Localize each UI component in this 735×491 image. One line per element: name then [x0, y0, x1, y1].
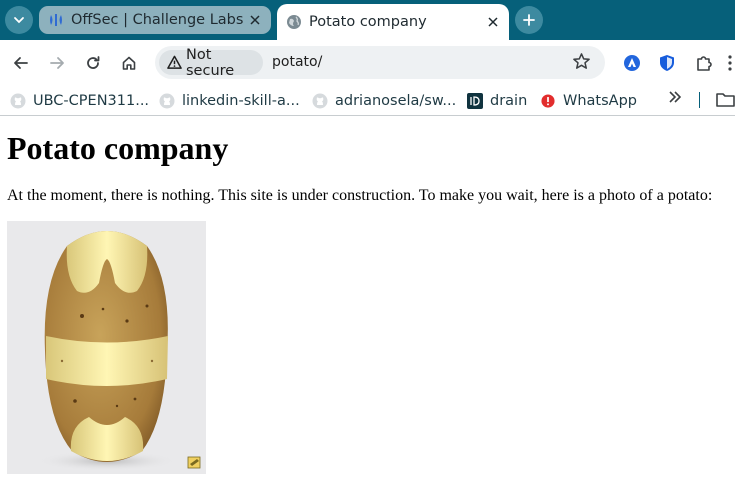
reload-button[interactable] [81, 51, 105, 75]
address-bar[interactable]: Not secure potato/ [155, 46, 605, 79]
shield-icon [660, 55, 674, 71]
tab-potato-company[interactable]: Potato company [277, 4, 509, 40]
tab-strip: OffSec | Challenge Labs Potato company [0, 0, 735, 40]
globe-icon [286, 14, 302, 30]
chevron-down-icon [14, 17, 24, 24]
bookmarks-overflow-button[interactable] [669, 89, 682, 108]
extensions-button[interactable] [693, 52, 715, 74]
more-vertical-icon [727, 55, 732, 71]
bookmark-ubc-cpen311[interactable]: UBC-CPEN311... [10, 90, 149, 112]
menu-button[interactable] [724, 52, 735, 74]
tab-title: Potato company [309, 14, 427, 30]
folder-icon[interactable] [716, 92, 735, 108]
arrow-right-icon [50, 57, 64, 69]
bookmark-label: adrianosela/sw... [335, 93, 457, 109]
url-text[interactable]: potato/ [272, 54, 322, 70]
bookmarks-divider [699, 92, 700, 108]
security-label: Not secure [186, 46, 235, 79]
tab-search-button[interactable] [5, 6, 33, 34]
tab-offsec[interactable]: OffSec | Challenge Labs [39, 6, 271, 34]
arrow-left-icon [14, 57, 28, 69]
security-chip[interactable]: Not secure [159, 47, 263, 79]
forward-button[interactable] [45, 51, 69, 75]
puzzle-icon [697, 56, 712, 71]
close-icon[interactable] [485, 14, 501, 30]
close-icon[interactable] [247, 12, 263, 28]
home-icon [122, 56, 136, 70]
bookmark-label: UBC-CPEN311... [33, 93, 150, 109]
bookmark-linkedin-skill[interactable]: linkedin-skill-a... [159, 90, 300, 112]
warning-icon [167, 55, 182, 69]
extension-shield-button[interactable] [656, 52, 678, 74]
chevron-double-right-icon [669, 91, 682, 103]
bookmark-label: WhatsApp [563, 93, 637, 109]
back-button[interactable] [9, 51, 33, 75]
bookmark-whatsapp[interactable]: WhatsApp [540, 90, 637, 112]
bookmark-drain[interactable]: drain [467, 90, 527, 112]
home-button[interactable] [117, 51, 141, 75]
reload-icon [87, 56, 100, 69]
bookmarks-bar: UBC-CPEN311... linkedin-skill-a... adria… [0, 86, 735, 116]
page-content: Potato company At the moment, there is n… [0, 117, 735, 491]
github-icon [312, 93, 328, 109]
potato-photo [7, 221, 206, 474]
plus-icon [523, 14, 535, 26]
bookmark-star-icon[interactable] [572, 52, 591, 71]
offsec-icon [48, 12, 64, 28]
arrow-extension-icon [624, 55, 640, 71]
bookmark-label: drain [490, 93, 528, 109]
toolbar: Not secure potato/ [0, 40, 735, 86]
intro-text: At the moment, there is nothing. This si… [7, 187, 713, 204]
extension-arrow-button[interactable] [621, 52, 643, 74]
bookmark-adrianosela[interactable]: adrianosela/sw... [312, 90, 456, 112]
tab-title: OffSec | Challenge Labs [71, 12, 244, 28]
new-tab-button[interactable] [515, 6, 543, 34]
page-heading: Potato company [7, 130, 229, 166]
github-icon [159, 93, 175, 109]
drain-icon [467, 93, 483, 109]
github-icon [10, 93, 26, 109]
whatsapp-icon [540, 93, 556, 109]
bookmark-label: linkedin-skill-a... [182, 93, 300, 109]
